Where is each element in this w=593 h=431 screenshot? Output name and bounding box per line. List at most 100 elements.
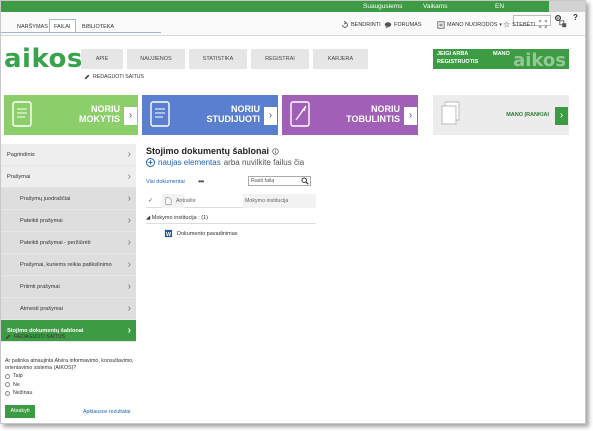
tile-improve-line2: TOBULINTIS: [346, 114, 400, 124]
chevron-right-icon: ›: [127, 281, 131, 292]
tile-my-tools[interactable]: MANO ĮRANKIAI ›: [433, 95, 569, 135]
table-row[interactable]: W Dokumento pavadinimas: [164, 229, 238, 238]
chevron-right-icon: ›: [127, 303, 131, 314]
edit-links-left[interactable]: REDAGUOTI SAITUS: [5, 334, 65, 340]
tile-improve[interactable]: NORIU TOBULINTIS ›: [282, 95, 418, 135]
tile-improve-line1: NORIU: [371, 104, 400, 114]
nav-item-requests[interactable]: Prašymai ›: [1, 166, 136, 188]
tile-learn-line2: MOKYTIS: [78, 114, 120, 124]
quill-icon: [290, 101, 310, 127]
poll-option-label: Ne: [13, 381, 20, 388]
window-icon[interactable]: [559, 20, 567, 28]
edit-links-label: REDAGUOTI SAITUS: [93, 74, 145, 80]
login-register-box[interactable]: JEIGI ARBA REGISTRUOTIS MANO aikos: [433, 49, 569, 71]
group-row-label: Mokymo institucija : (1): [151, 215, 209, 221]
tab-library[interactable]: BIBLIOTEKA: [77, 19, 119, 33]
tile-learn[interactable]: NORIU MOKYTIS ›: [4, 95, 138, 135]
my-links-label: MANO NUORODOS: [447, 22, 498, 28]
nav-item-home[interactable]: Pagrindinis ›: [1, 144, 136, 166]
chevron-right-icon: ›: [127, 325, 131, 336]
tile-learn-line1: NORIU: [91, 104, 120, 114]
new-item-line: + naujas elementas arba nuvilkite failus…: [146, 158, 304, 167]
my-links-button[interactable]: MANO NUORODOS ▾: [437, 20, 502, 30]
chevron-right-icon: ›: [124, 107, 137, 125]
poll-results-link[interactable]: Apklausos rezultatai: [83, 409, 130, 415]
radio-button[interactable]: [5, 382, 10, 388]
follow-label: STEBĖTI: [512, 22, 536, 28]
chevron-down-icon: ▾: [499, 22, 502, 28]
forums-button[interactable]: FORUMAS: [384, 20, 422, 30]
chevron-right-icon: ›: [127, 149, 131, 160]
institution-column-header[interactable]: Mokymo institucija: [243, 194, 316, 208]
menu-item-registers[interactable]: REGISTRAI: [251, 49, 309, 69]
chevron-right-icon: ›: [127, 215, 131, 226]
register-line2: REGISTRUOTIS: [437, 58, 479, 65]
document-name[interactable]: Dokumento pavadinimas: [177, 231, 238, 237]
poll-question: Ar patinka atnaujinta Atvira informavimo…: [5, 358, 134, 371]
left-navigation: Pagrindinis › Prašymai › Prašymų juodrašči…: [1, 144, 136, 342]
nav-item-submitted[interactable]: Pateikti prašymai ›: [1, 210, 136, 232]
title-column-header[interactable]: Antraštė: [176, 198, 196, 204]
scroll-icon: [12, 101, 32, 127]
checkmark-icon[interactable]: ✓: [148, 197, 153, 204]
tab-files[interactable]: FAILAI: [49, 19, 76, 33]
poll-option-dontknow[interactable]: Nežinau: [5, 390, 137, 397]
tile-study[interactable]: NORIU STUDIJUOTI ›: [142, 95, 278, 135]
nav-item-home-label: Pagrindinis: [7, 152, 35, 158]
plus-icon[interactable]: +: [146, 158, 155, 167]
table-header: ✓ Antraštė Mokymo institucija: [146, 194, 316, 208]
nav-item-rejected-label: Atmesti prašymai: [20, 306, 63, 312]
adults-link[interactable]: Suaugusiems: [363, 2, 402, 11]
pencil-icon: [5, 334, 11, 340]
poll-option-no[interactable]: Ne: [5, 382, 137, 389]
help-icon[interactable]: ?: [573, 13, 578, 23]
tabs-underline: [1, 32, 161, 33]
poll-submit-button[interactable]: Atsakyti: [5, 405, 35, 418]
info-icon[interactable]: [272, 147, 279, 155]
nav-item-submitted-reviewed-label: Pateikti prašymai - peržiūrėti: [20, 240, 91, 246]
radio-button[interactable]: [5, 373, 10, 379]
aikos-logo[interactable]: aikos: [4, 44, 83, 74]
ribbon-bar: NARŠYMAS FAILAI BIBLIOTEKA ? BENDRINTI F…: [1, 12, 585, 36]
top-bar: Suaugusiems Vaikams EN: [1, 1, 585, 12]
language-link[interactable]: EN: [495, 2, 504, 11]
poll-option-yes[interactable]: Taip: [5, 373, 137, 380]
menu-item-career[interactable]: KARJERA: [313, 49, 368, 69]
nav-item-requests-label: Prašymai: [7, 174, 31, 180]
tile-my-tools-label: MANO ĮRANKIAI: [506, 112, 549, 118]
menu-item-statistics[interactable]: STATISTIKA: [189, 49, 247, 69]
chevron-right-icon: ›: [127, 259, 131, 270]
view-all-documents[interactable]: Visi dokumentai: [146, 179, 185, 185]
edit-links-top[interactable]: REDAGUOTI SAITUS: [84, 74, 144, 80]
menu-item-about[interactable]: APIE: [81, 49, 123, 69]
search-icon[interactable]: [301, 177, 309, 185]
radio-button[interactable]: [5, 390, 10, 396]
nav-item-accepted[interactable]: Priimti prašymai ›: [1, 276, 136, 298]
share-button[interactable]: BENDRINTI: [341, 20, 381, 30]
find-file-placeholder: Rasti failą: [251, 178, 275, 184]
menu-item-news[interactable]: NAUJIENOS: [127, 49, 185, 69]
tab-browse[interactable]: NARŠYMAS: [12, 19, 53, 33]
nav-item-drafts-label: Prašymų juodraščiai: [20, 196, 71, 202]
find-file-input[interactable]: Rasti failą: [248, 176, 311, 186]
bookmark-icon: [437, 21, 445, 29]
chevron-right-icon: ›: [404, 107, 417, 125]
more-options-icon[interactable]: •••: [198, 177, 204, 186]
nav-item-submitted-reviewed[interactable]: Pateikti prašymai - peržiūrėti ›: [1, 232, 136, 254]
focus-icon[interactable]: [539, 20, 547, 28]
kids-link[interactable]: Vaikams: [423, 2, 447, 11]
nav-item-rejected[interactable]: Atmesti prašymai ›: [1, 298, 136, 320]
group-row[interactable]: ◢ Mokymo institucija : (1): [146, 215, 316, 224]
new-item-link[interactable]: naujas elementas: [158, 158, 221, 167]
forums-label: FORUMAS: [394, 22, 422, 28]
poll-widget: Ar patinka atnaujinta Atvira informavimo…: [5, 358, 137, 397]
caret-down-icon: ◢: [146, 215, 151, 221]
nav-item-submitted-label: Pateikti prašymai: [20, 218, 63, 224]
page-title-text: Stojimo dokumentų šablonai: [146, 146, 270, 156]
nav-item-drafts[interactable]: Prašymų juodraščiai ›: [1, 188, 136, 210]
register-line1: JEIGI ARBA: [437, 51, 469, 57]
scroll-icon: [150, 101, 170, 127]
nav-item-need-clarification[interactable]: Prašymai, kuriems reikia patikslinimo ›: [1, 254, 136, 276]
edit-links-label: REDAGUOTI SAITUS: [14, 334, 66, 340]
follow-button[interactable]: ☆ STEBĖTI: [503, 20, 535, 30]
